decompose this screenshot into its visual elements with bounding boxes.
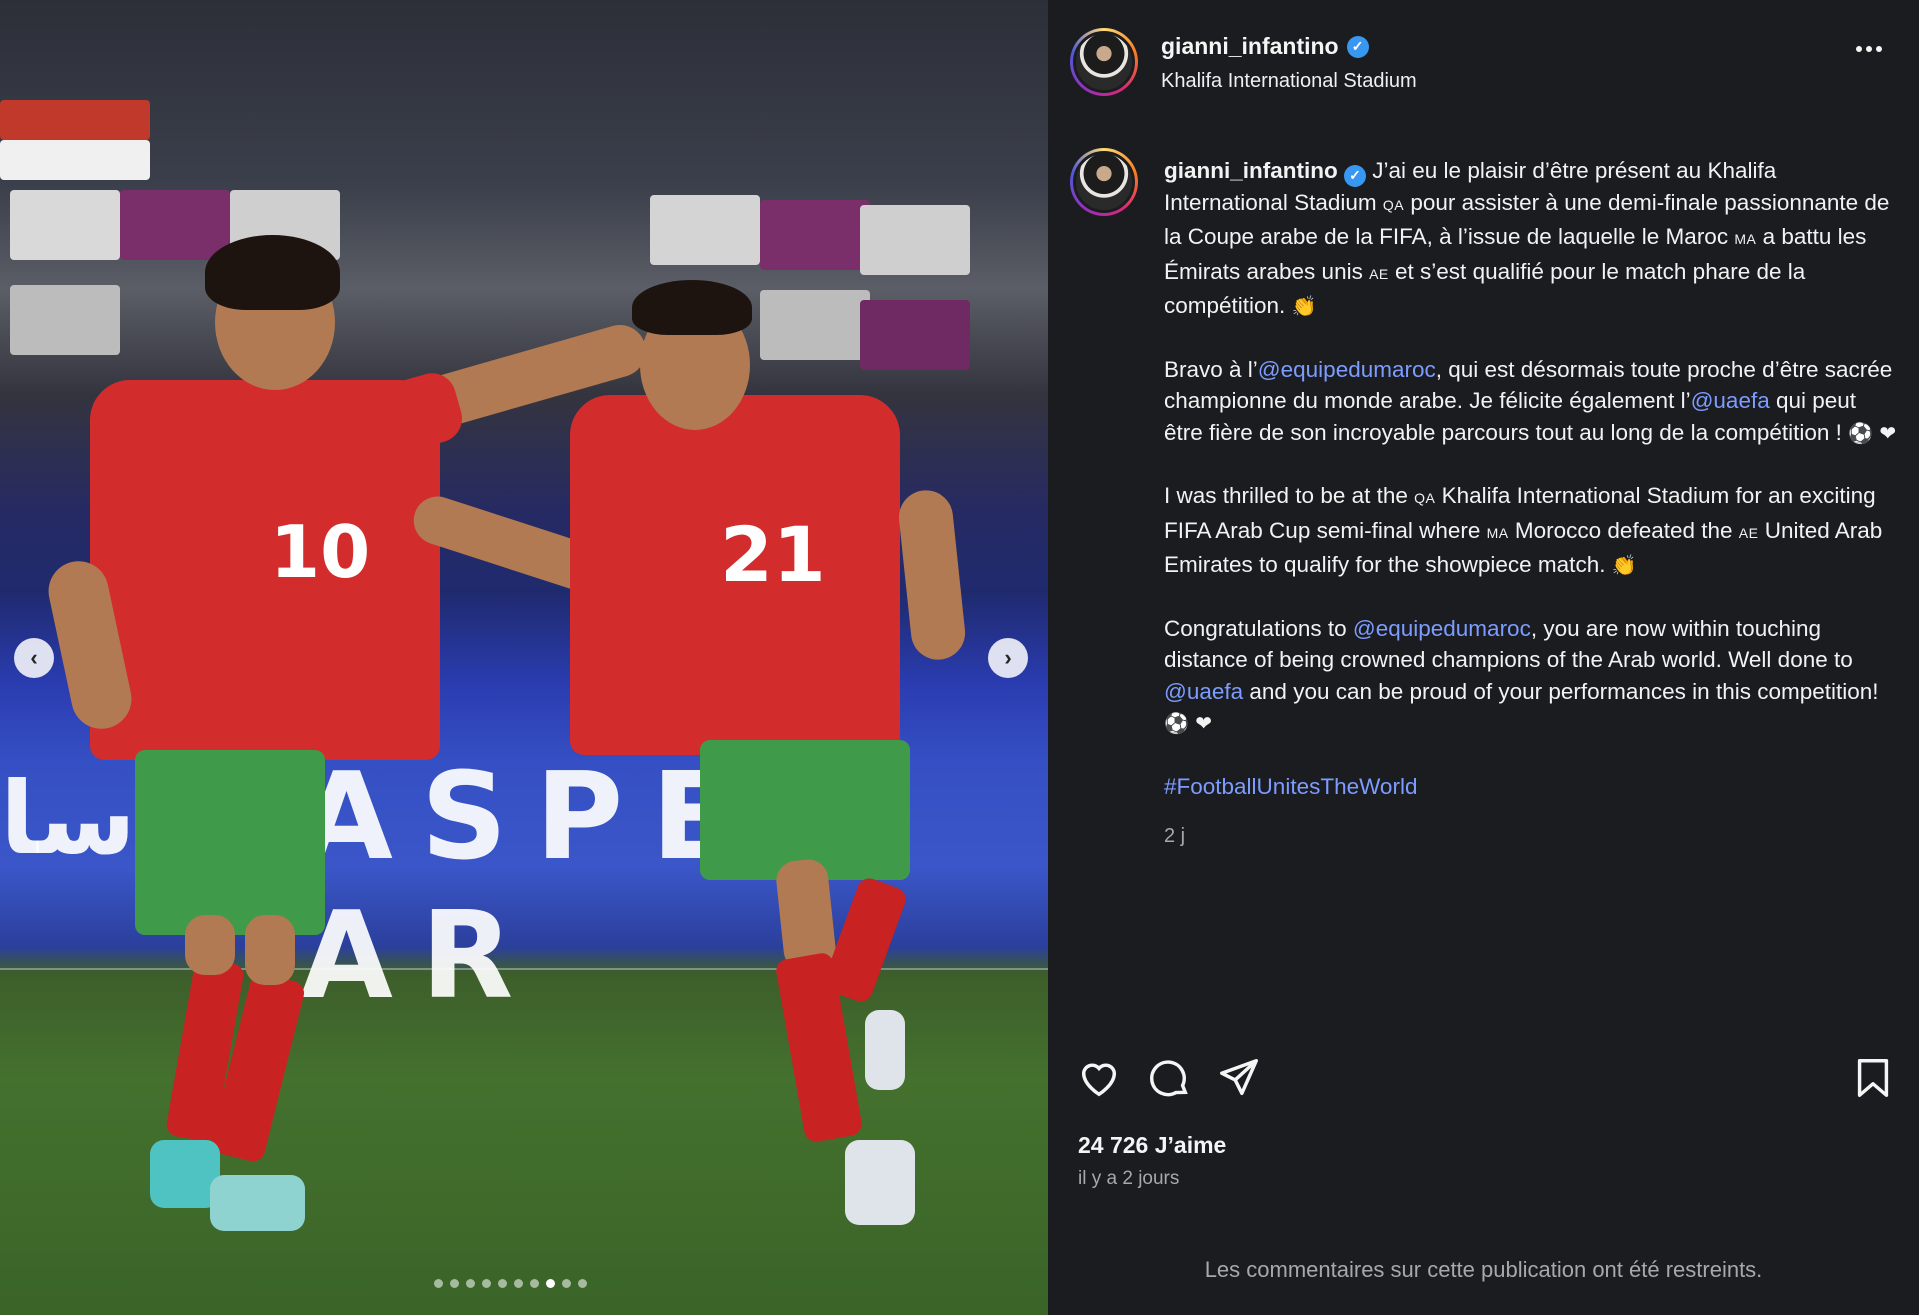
header-username[interactable]: gianni_infantino [1161, 33, 1339, 60]
carousel-dot [530, 1279, 539, 1288]
hashtag-link[interactable]: #FootballUnitesTheWorld [1164, 774, 1417, 799]
chevron-right-icon[interactable]: › [988, 638, 1028, 678]
caption-paragraph: Congratulations to @equipedumaroc, you a… [1164, 613, 1899, 740]
carousel-dots [434, 1279, 587, 1288]
player-number: 21 [720, 510, 826, 599]
post-date: il y a 2 jours [1078, 1168, 1180, 1189]
player-shirt: 10 [90, 380, 440, 760]
stand-seat [760, 200, 870, 270]
flag-banner [0, 100, 150, 140]
player-shoe [845, 1140, 915, 1225]
avatar[interactable] [1070, 28, 1138, 96]
flag-code: QA [1382, 196, 1405, 213]
player-shoe [865, 1010, 905, 1090]
mention-link[interactable]: @equipedumaroc [1353, 616, 1531, 641]
more-icon[interactable] [1856, 46, 1882, 52]
caption-text: I was thrilled to be at the [1164, 483, 1415, 509]
flag-code: MA [1486, 524, 1509, 541]
likes-count[interactable]: 24 726 J’aime [1078, 1132, 1226, 1159]
caption-avatar[interactable] [1070, 148, 1138, 216]
comments-restricted-note: Les commentaires sur cette publication o… [1204, 1257, 1763, 1282]
player-leg [245, 915, 295, 985]
carousel-dot [578, 1279, 587, 1288]
clap-emoji: 👏 [1291, 294, 1317, 319]
mention-link[interactable]: @uaefa [1164, 679, 1243, 704]
carousel-dot [498, 1279, 507, 1288]
chevron-left-icon[interactable]: ‹ [14, 638, 54, 678]
stand-seat [860, 300, 970, 370]
caption-username[interactable]: gianni_infantino [1164, 158, 1338, 183]
carousel-dot [514, 1279, 523, 1288]
verified-icon: ✓ [1346, 35, 1369, 58]
player-leg [185, 915, 235, 975]
mention-link[interactable]: @equipedumaroc [1258, 357, 1436, 382]
heart-icon[interactable] [1076, 1055, 1122, 1101]
caption-paragraph: I was thrilled to be at the QA Khalifa I… [1164, 480, 1899, 582]
carousel-dot [434, 1279, 443, 1288]
stand-seat [10, 190, 120, 260]
caption-paragraph: gianni_infantino ✓ J’ai eu le plaisir d’… [1164, 155, 1899, 323]
clap-emoji: 👏 [1611, 553, 1637, 578]
post-caption: gianni_infantino ✓ J’ai eu le plaisir d’… [1164, 155, 1899, 853]
ball-heart-emoji: ⚽ ❤ [1848, 420, 1897, 445]
stand-seat [120, 190, 230, 260]
flag-banner [0, 140, 150, 180]
share-icon[interactable] [1216, 1055, 1262, 1101]
flag-code: MA [1734, 231, 1757, 248]
post-media[interactable]: سا ASPE AR 10 21 ‹ › [0, 0, 1048, 1315]
flag-code: QA [1414, 490, 1436, 507]
player-shorts [135, 750, 325, 935]
pitch-line [0, 968, 1048, 970]
flag-code: AE [1369, 265, 1389, 282]
mention-link[interactable]: @uaefa [1691, 388, 1770, 413]
caption-time: 2 j [1164, 825, 1186, 848]
flag-code: AE [1738, 524, 1759, 541]
carousel-dot [450, 1279, 459, 1288]
post-header-user: gianni_infantino ✓ [1161, 33, 1369, 60]
comment-icon[interactable] [1146, 1055, 1192, 1101]
post-location[interactable]: Khalifa International Stadium [1161, 70, 1417, 93]
carousel-dot [562, 1279, 571, 1288]
player-shoe [210, 1175, 305, 1231]
carousel-dot [482, 1279, 491, 1288]
stand-seat [860, 205, 970, 275]
action-bar [1076, 1055, 1896, 1105]
post-panel: gianni_infantino ✓ Khalifa International… [1048, 0, 1919, 1315]
board-text: ASPE AR [300, 748, 762, 1026]
caption-text: Morocco defeated the [1508, 517, 1739, 543]
caption-text: Bravo à l’ [1164, 356, 1258, 382]
stand-seat [10, 285, 120, 355]
caption-text: and you can be proud of your performance… [1243, 678, 1879, 704]
caption-text: Congratulations to [1164, 615, 1353, 641]
player-hair [632, 280, 752, 335]
caption-paragraph: #FootballUnitesTheWorld [1164, 771, 1899, 803]
board-arabic-text: سا [0, 760, 136, 877]
stand-seat [760, 290, 870, 360]
player-arm [896, 487, 968, 663]
player-number: 10 [270, 510, 371, 594]
carousel-dot [466, 1279, 475, 1288]
player-hair [205, 235, 340, 310]
player-shirt: 21 [570, 395, 900, 755]
caption-paragraph: Bravo à l’@equipedumaroc, qui est désorm… [1164, 354, 1899, 450]
bookmark-icon[interactable] [1850, 1055, 1896, 1101]
stand-seat [650, 195, 760, 265]
verified-icon: ✓ [1344, 164, 1367, 187]
ball-heart-emoji: ⚽ ❤ [1164, 711, 1213, 736]
carousel-dot [546, 1279, 555, 1288]
